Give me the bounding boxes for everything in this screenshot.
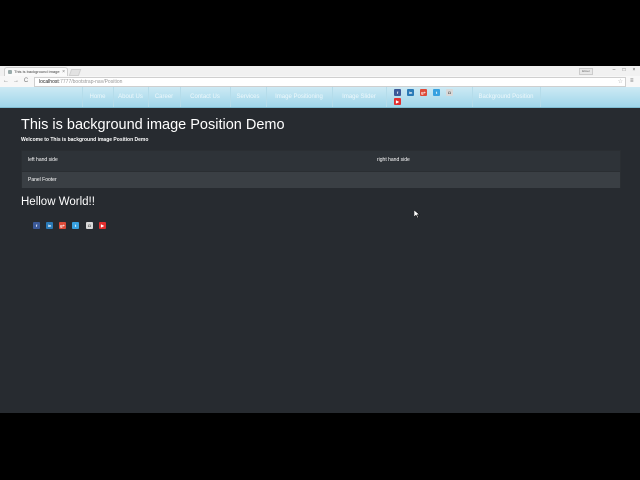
linkedin-icon[interactable]: in (46, 222, 53, 229)
panel-footer: Panel Footer (22, 171, 620, 188)
tab-close-icon[interactable]: × (62, 68, 65, 76)
url-host: localhost (39, 79, 59, 85)
left-column-text: left hand side (28, 157, 58, 163)
page-viewport: Home About Us Career Contact Us Services… (0, 87, 640, 413)
close-window-icon[interactable]: × (629, 66, 639, 75)
browser-titlebar: This is background image × Elmer – □ × (0, 66, 640, 77)
url-path: :7777/bootstrap-nav/Position (58, 79, 123, 85)
tab-title: This is background image (14, 69, 60, 74)
nav-item-home[interactable]: Home (82, 90, 113, 104)
site-navbar: Home About Us Career Contact Us Services… (0, 87, 640, 108)
welcome-text: Welcome to This is background image Posi… (21, 137, 149, 143)
nav-item-about-us[interactable]: About Us (113, 90, 148, 104)
nav-instagram-icon[interactable]: ◘ (446, 89, 453, 96)
nav-item-services[interactable]: Services (230, 90, 266, 104)
hello-heading: Hellow World!! (21, 196, 95, 208)
twitter-icon[interactable]: t (72, 222, 79, 229)
nav-item-background-position[interactable]: Background Position (472, 90, 540, 104)
nav-googleplus-icon[interactable]: g+ (420, 89, 427, 96)
minimize-icon[interactable]: – (609, 66, 619, 75)
youtube-icon[interactable]: ▶ (99, 222, 106, 229)
panel: left hand side right hand side Panel Foo… (21, 150, 621, 188)
facebook-icon[interactable]: f (33, 222, 40, 229)
instagram-icon[interactable]: ◘ (86, 222, 93, 229)
mouse-cursor-icon (414, 210, 420, 218)
nav-item-career[interactable]: Career (148, 90, 180, 104)
reload-icon[interactable]: C (22, 77, 30, 86)
browser-window: This is background image × Elmer – □ × ←… (0, 66, 640, 413)
nav-facebook-icon[interactable]: f (394, 89, 401, 96)
panel-body: left hand side right hand side (22, 151, 620, 171)
new-tab-button[interactable] (68, 69, 82, 76)
right-column-text: right hand side (377, 157, 410, 163)
forward-icon[interactable]: → (12, 77, 20, 86)
back-icon[interactable]: ← (2, 77, 10, 86)
url-text: localhost:7777/bootstrap-nav/Position (39, 78, 122, 86)
address-bar[interactable]: localhost:7777/bootstrap-nav/Position ☆ (34, 77, 626, 87)
nav-item-contact-us[interactable]: Contact Us (180, 90, 230, 104)
browser-menu-icon[interactable]: ≡ (630, 77, 634, 86)
maximize-icon[interactable]: □ (619, 66, 629, 75)
nav-linkedin-icon[interactable]: in (407, 89, 414, 96)
nav-divider (540, 87, 541, 107)
nav-item-image-positioning[interactable]: Image Positioning (266, 90, 332, 104)
tab-favicon-icon (8, 70, 12, 74)
nav-youtube-icon[interactable]: ▶ (394, 98, 401, 105)
profile-badge[interactable]: Elmer (579, 68, 593, 75)
googleplus-icon[interactable]: g+ (59, 222, 66, 229)
nav-twitter-icon[interactable]: t (433, 89, 440, 96)
page-title: This is background image Position Demo (21, 117, 285, 133)
panel-footer-text: Panel Footer (28, 177, 57, 183)
nav-divider (386, 87, 387, 107)
bookmark-star-icon[interactable]: ☆ (618, 78, 623, 86)
nav-item-image-slider[interactable]: Image Slider (332, 90, 386, 104)
